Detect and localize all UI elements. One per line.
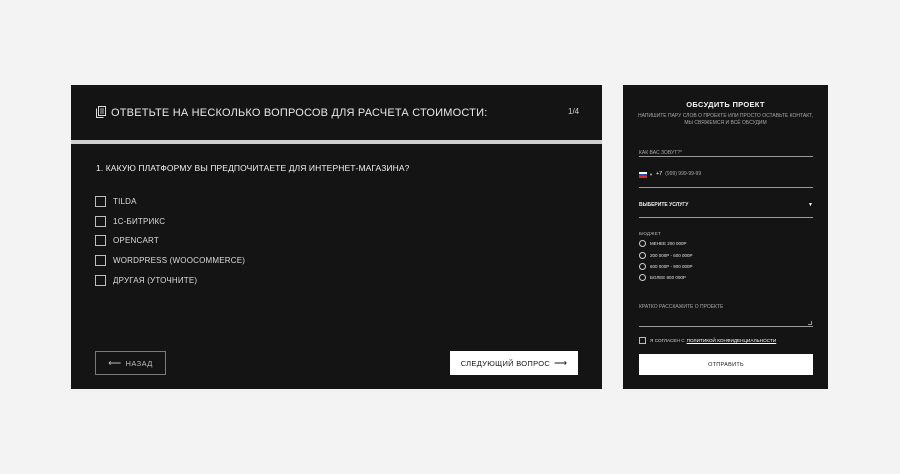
quiz-question: 1. КАКУЮ ПЛАТФОРМУ ВЫ ПРЕДПОЧИТАЕТЕ ДЛЯ …	[96, 163, 410, 173]
back-button[interactable]: ⟵ НАЗАД	[95, 351, 166, 375]
budget-label: БЮДЖЕТ	[639, 231, 662, 236]
next-button-label: СЛЕДУЮЩИЙ ВОПРОС	[460, 358, 551, 368]
phone-input[interactable]: ▼ +7 (999) 999-99-99	[639, 171, 813, 188]
option-wordpress[interactable]: WORDPRESS (WOOCOMMERCE)	[95, 251, 245, 271]
arrow-right-icon: ⟶	[554, 357, 568, 368]
privacy-consent[interactable]: Я СОГЛАСЕН С ПОЛИТИКОЙ КОНФИДЕНЦИАЛЬНОСТ…	[639, 337, 776, 344]
budget-option-label: МЕНЕЕ 200 000Р	[650, 241, 687, 247]
option-label: WORDPRESS (WOOCOMMERCE)	[113, 256, 246, 266]
option-label: ДРУГАЯ (УТОЧНИТЕ)	[113, 275, 198, 285]
contact-title: ОБСУДИТЬ ПРОЕКТ	[686, 100, 765, 109]
option-1c-bitrix[interactable]: 1С-БИТРИКС	[95, 212, 245, 232]
quiz-header: ОТВЕТЬТЕ НА НЕСКОЛЬКО ВОПРОСОВ ДЛЯ РАСЧЕ…	[71, 85, 602, 140]
budget-option[interactable]: 600 000Р - 900 000Р	[639, 261, 693, 272]
quiz-divider	[71, 140, 602, 144]
option-tilda[interactable]: TILDA	[95, 192, 245, 212]
budget-option[interactable]: БОЛЕЕ 900 000Р	[639, 272, 693, 283]
service-select-value: ВЫБЕРИТЕ УСЛУГУ	[639, 202, 689, 208]
name-placeholder: КАК ВАС ЗОВУТ?*	[639, 150, 682, 156]
project-description-textarea[interactable]: КРАТКО РАССКАЖИТЕ О ПРОЕКТЕ	[639, 295, 813, 327]
budget-option-label: 600 000Р - 900 000Р	[650, 263, 693, 269]
budget-option[interactable]: МЕНЕЕ 200 000Р	[639, 238, 693, 249]
option-label: 1С-БИТРИКС	[113, 216, 166, 226]
country-caret-icon: ▼	[649, 172, 653, 177]
quiz-panel: ОТВЕТЬТЕ НА НЕСКОЛЬКО ВОПРОСОВ ДЛЯ РАСЧЕ…	[71, 85, 602, 389]
quiz-title: ОТВЕТЬТЕ НА НЕСКОЛЬКО ВОПРОСОВ ДЛЯ РАСЧЕ…	[111, 107, 488, 119]
option-checkbox[interactable]	[95, 215, 106, 227]
option-label: TILDA	[113, 197, 137, 207]
option-checkbox[interactable]	[95, 235, 106, 247]
phone-placeholder: (999) 999-99-99	[665, 171, 702, 177]
resize-handle-icon[interactable]	[808, 321, 812, 325]
arrow-left-icon: ⟵	[108, 357, 122, 368]
radio-button[interactable]	[639, 262, 646, 270]
budget-option-label: 200 000Р - 600 000Р	[650, 252, 693, 258]
quiz-options: TILDA 1С-БИТРИКС OPENCART WORDPRESS (WOO…	[95, 192, 245, 290]
phone-code: +7	[655, 171, 663, 177]
option-opencart[interactable]: OPENCART	[95, 231, 245, 251]
contact-form-panel: ОБСУДИТЬ ПРОЕКТ НАПИШИТЕ ПАРУ СЛОВ О ПРО…	[623, 85, 828, 389]
privacy-policy-link[interactable]: ПОЛИТИКОЙ КОНФИДЕНЦИАЛЬНОСТИ	[687, 338, 777, 343]
contact-subtitle: НАПИШИТЕ ПАРУ СЛОВ О ПРОЕКТЕ ИЛИ ПРОСТО …	[637, 113, 814, 126]
option-label: OPENCART	[113, 236, 159, 246]
radio-button[interactable]	[639, 240, 646, 248]
radio-button[interactable]	[639, 274, 646, 282]
next-question-button[interactable]: СЛЕДУЮЩИЙ ВОПРОС ⟶	[450, 351, 578, 375]
budget-option-label: БОЛЕЕ 900 000Р	[650, 275, 686, 281]
quiz-step-counter: 1/4	[568, 107, 580, 116]
submit-button[interactable]: ОТПРАВИТЬ	[639, 354, 813, 375]
russia-flag-icon[interactable]	[639, 172, 647, 178]
option-checkbox[interactable]	[95, 255, 106, 267]
caret-down-icon: ▼	[808, 202, 813, 208]
back-button-label: НАЗАД	[125, 358, 153, 368]
name-input[interactable]: КАК ВАС ЗОВУТ?*	[639, 141, 813, 157]
option-checkbox[interactable]	[95, 196, 106, 208]
document-icon	[96, 106, 106, 118]
description-placeholder: КРАТКО РАССКАЖИТЕ О ПРОЕКТЕ	[639, 304, 724, 310]
budget-options: МЕНЕЕ 200 000Р 200 000Р - 600 000Р 600 0…	[639, 238, 693, 284]
radio-button[interactable]	[639, 251, 646, 259]
option-checkbox[interactable]	[95, 274, 106, 286]
consent-text: Я СОГЛАСЕН С	[650, 338, 685, 343]
consent-checkbox[interactable]	[639, 337, 646, 344]
service-select[interactable]: ВЫБЕРИТЕ УСЛУГУ ▼	[639, 202, 813, 218]
option-other[interactable]: ДРУГАЯ (УТОЧНИТЕ)	[95, 270, 245, 290]
budget-option[interactable]: 200 000Р - 600 000Р	[639, 249, 693, 260]
